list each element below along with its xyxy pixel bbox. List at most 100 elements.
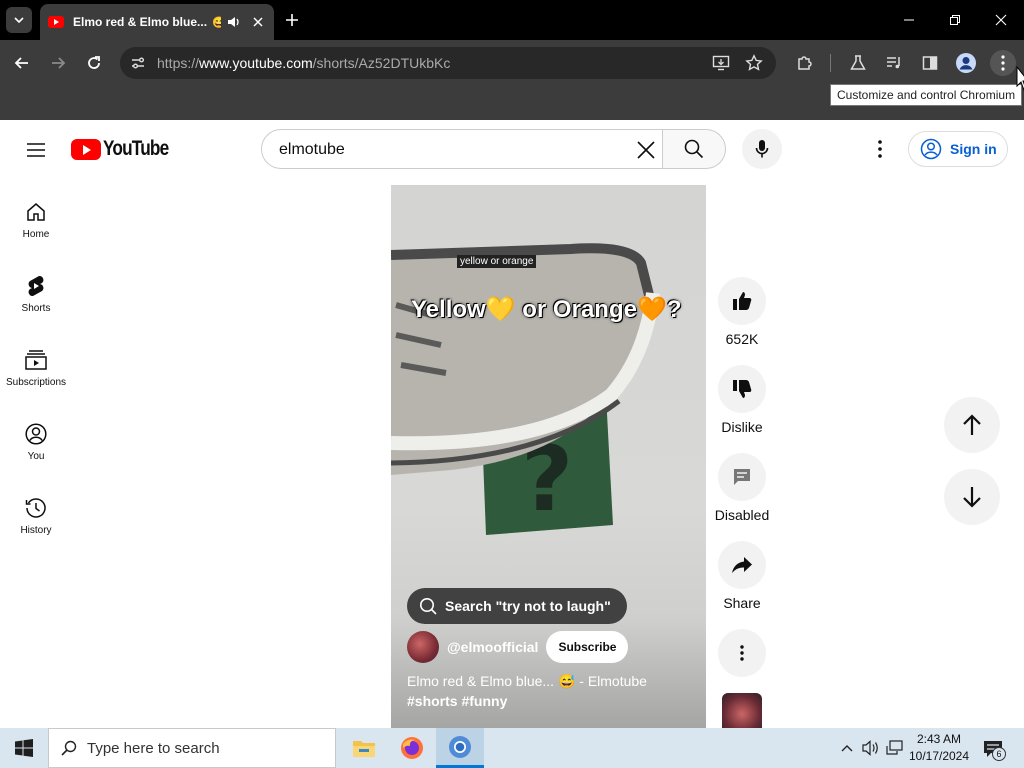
comments-button[interactable] [718,453,766,501]
yellow-heart-icon: 💛 [485,296,516,323]
arrow-up-icon [963,414,981,435]
media-controls-button[interactable] [882,51,906,75]
settings-more-button[interactable] [868,137,892,161]
taskbar-clock[interactable]: 2:43 AM 10/17/2024 [906,731,972,765]
url-scheme: https:// [157,55,200,71]
shorts-icon [24,274,48,298]
more-actions-button[interactable] [718,629,766,677]
forward-button[interactable] [46,51,70,75]
channel-avatar[interactable] [407,631,439,663]
side-panel-icon [922,56,938,70]
tab-close-icon[interactable] [250,14,266,30]
nav-label: History [20,525,52,536]
minimize-button[interactable] [889,6,929,34]
next-video-button[interactable] [944,469,1000,525]
install-app-icon[interactable] [712,54,730,72]
dislike-button[interactable] [718,365,766,413]
reload-button[interactable] [82,51,106,75]
video-title[interactable]: Elmo red & Elmo blue... 😅 - Elmotube [407,673,647,690]
windows-logo-icon [15,739,33,757]
orange-heart-icon: 🧡 [636,296,667,323]
kebab-menu-icon [1001,55,1005,71]
taskbar-firefox[interactable] [388,728,436,768]
arrow-right-icon [52,57,66,69]
action-center-button[interactable]: 6 [980,736,1006,762]
channel-name[interactable]: @elmoofficial [447,639,538,655]
search-box[interactable]: elmotube [261,129,663,169]
chrome-menu-button[interactable] [990,50,1016,76]
taskbar-search-box[interactable]: Type here to search [48,728,336,768]
extensions-button[interactable] [793,51,817,75]
url-text: https://www.youtube.com/shorts/Az52DTUkb… [157,55,450,71]
guide-menu-button[interactable] [24,138,48,162]
labs-button[interactable] [846,51,870,75]
nav-item-subscriptions[interactable]: Subscriptions [0,332,72,402]
bookmark-star-icon[interactable] [745,54,763,72]
arrow-down-icon [963,487,981,508]
volume-button[interactable] [862,738,880,758]
subscribe-button[interactable]: Subscribe [546,631,629,663]
account-circle-icon [920,138,942,160]
suggested-search-pill[interactable]: Search "try not to laugh" [407,588,627,624]
nav-item-history[interactable]: History [0,480,72,550]
nav-item-you[interactable]: You [0,406,72,476]
search-input[interactable]: elmotube [279,141,345,159]
nav-item-home[interactable]: Home [0,184,72,254]
taskbar-file-explorer[interactable] [340,728,388,768]
taskbar-search-placeholder: Type here to search [87,739,220,757]
account-circle-icon [24,422,48,446]
history-icon [24,496,48,520]
network-icon [886,740,903,755]
nav-item-shorts[interactable]: Shorts [0,258,72,328]
search-button[interactable] [662,129,726,169]
previous-video-button[interactable] [944,397,1000,453]
browser-toolbar: https://www.youtube.com/shorts/Az52DTUkb… [0,40,1024,86]
address-bar[interactable]: https://www.youtube.com/shorts/Az52DTUkb… [120,47,776,79]
side-panel-button[interactable] [918,51,942,75]
site-info-icon[interactable] [130,56,146,70]
folder-icon [353,741,375,757]
tab-search-button[interactable] [6,7,32,33]
voice-search-button[interactable] [742,129,782,169]
share-label: Share [723,595,761,611]
start-button[interactable] [0,728,48,768]
shorts-video-player[interactable]: ? yellow or orange Yellow💛 or Orange🧡? S… [391,185,706,728]
like-button[interactable] [718,277,766,325]
new-tab-button[interactable] [282,10,302,30]
dislike-action: Dislike [714,365,770,435]
mouse-cursor-icon [1016,66,1024,91]
speaker-icon [862,740,878,756]
taskbar-chromium[interactable] [436,728,484,768]
logo-text: YouTube [103,137,169,160]
comments-label: Disabled [714,507,770,523]
url-host: www.youtube.com [199,55,313,71]
comments-action: Disabled [714,453,770,523]
profile-button[interactable] [954,51,978,75]
microphone-icon [755,140,769,158]
youtube-logo[interactable]: YouTube [71,137,183,161]
audio-source-thumbnail[interactable] [722,693,762,728]
tab-audio-icon[interactable] [227,14,243,30]
caption-part: or Orange [515,296,637,323]
profile-avatar-icon [956,53,976,73]
sign-in-label: Sign in [950,141,997,157]
close-window-button[interactable] [981,6,1021,34]
show-hidden-icons-button[interactable] [838,738,856,758]
video-hashtags[interactable]: #shorts #funny [407,693,507,709]
youtube-play-icon [71,138,101,160]
caption-small: yellow or orange [457,255,537,268]
restore-button[interactable] [935,6,975,34]
network-button[interactable] [886,738,904,758]
nav-label: Subscriptions [5,377,67,388]
clock-time: 2:43 AM [916,732,962,746]
share-button[interactable] [718,541,766,589]
channel-row: @elmoofficial Subscribe [407,631,629,663]
back-button[interactable] [10,51,34,75]
reload-icon [88,56,100,69]
close-icon [995,14,1007,26]
clear-search-icon[interactable] [634,138,658,162]
browser-tab-active[interactable]: Elmo red & Elmo blue... 😅 [40,4,274,40]
sign-in-button[interactable]: Sign in [908,131,1008,167]
restore-icon [950,15,960,25]
nav-label: You [27,451,45,462]
